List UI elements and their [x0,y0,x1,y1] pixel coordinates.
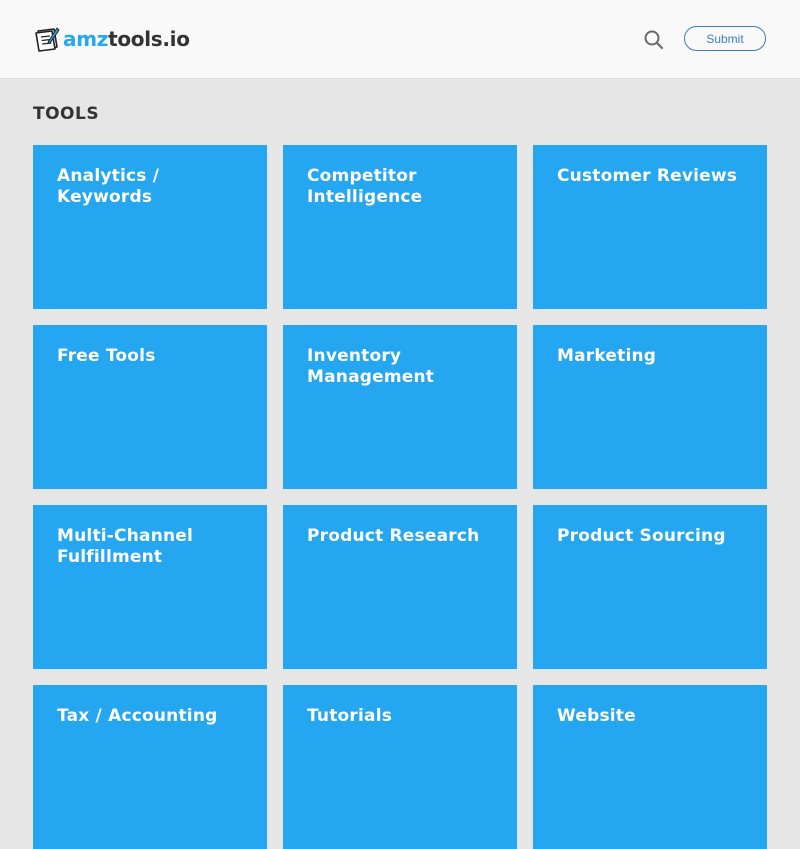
site-logo[interactable]: amztools.io [33,24,190,54]
tile-label: Marketing [557,346,657,366]
tile-label: Tutorials [307,706,393,726]
notepad-logo-icon [33,25,61,53]
tile-tax-accounting[interactable]: Tax / Accounting [33,685,267,849]
tile-analytics-keywords[interactable]: Analytics / Keywords [33,145,267,309]
tile-marketing[interactable]: Marketing [533,325,767,489]
tools-grid: Analytics / Keywords Competitor Intellig… [33,145,767,849]
tile-website[interactable]: Website [533,685,767,849]
logo-text-suffix: tools.io [108,27,190,51]
tile-label: Product Research [307,526,480,546]
site-header: amztools.io Submit [0,0,800,79]
submit-button[interactable]: Submit [684,26,766,51]
tile-label: Customer Reviews [557,166,738,186]
tile-label: Tax / Accounting [57,706,218,726]
tile-tutorials[interactable]: Tutorials [283,685,517,849]
tile-inventory-management[interactable]: Inventory Management [283,325,517,489]
tile-free-tools[interactable]: Free Tools [33,325,267,489]
tile-competitor-intelligence[interactable]: Competitor Intelligence [283,145,517,309]
tile-label: Website [557,706,636,726]
tile-product-sourcing[interactable]: Product Sourcing [533,505,767,669]
search-icon[interactable] [642,28,666,52]
logo-text-prefix: amz [63,27,109,51]
tile-label: Competitor Intelligence [307,166,423,207]
tile-label: Inventory Management [307,346,435,387]
tile-label: Product Sourcing [557,526,726,546]
logo-text: amztools.io [63,27,190,51]
tile-label: Free Tools [57,346,156,366]
tile-multi-channel-fulfillment[interactable]: Multi-Channel Fulfillment [33,505,267,669]
section-title: TOOLS [33,104,100,124]
tile-product-research[interactable]: Product Research [283,505,517,669]
tile-customer-reviews[interactable]: Customer Reviews [533,145,767,309]
tile-label: Multi-Channel Fulfillment [57,526,194,567]
tile-label: Analytics / Keywords [57,166,160,207]
